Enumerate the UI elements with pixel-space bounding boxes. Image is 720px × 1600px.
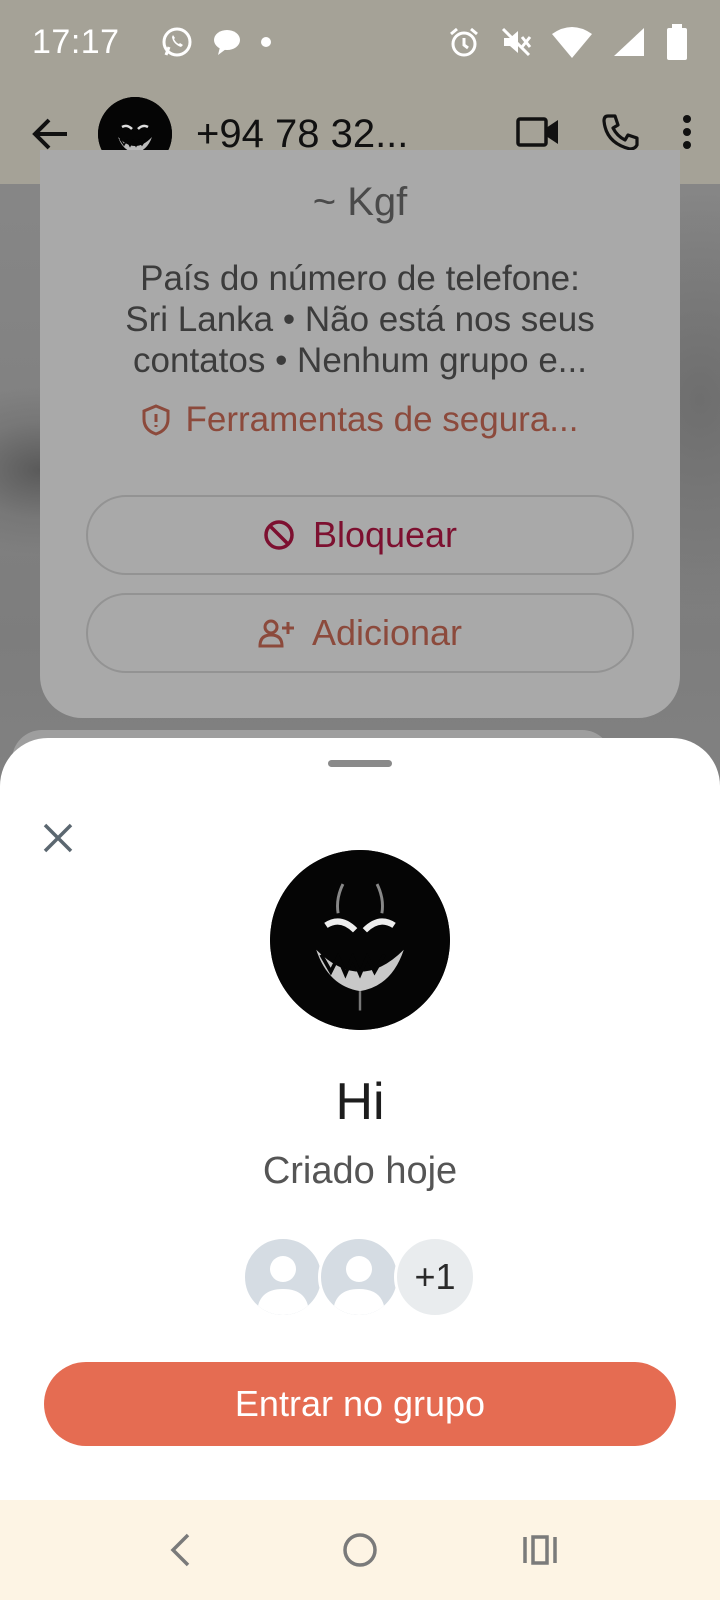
close-icon bbox=[43, 823, 73, 853]
group-name: Hi bbox=[335, 1073, 385, 1131]
safety-tools-link[interactable]: Ferramentas de segura... bbox=[40, 400, 680, 440]
dot-icon bbox=[260, 36, 272, 48]
group-avatar bbox=[270, 850, 450, 1030]
person-icon bbox=[333, 1256, 385, 1315]
info-line: contatos • Nenhum grupo e... bbox=[133, 341, 587, 380]
contact-info-card: ~ Kgf País do número de telefone: Sri La… bbox=[40, 150, 680, 718]
back-arrow-icon bbox=[32, 118, 67, 150]
more-options-button[interactable] bbox=[682, 114, 692, 155]
recents-icon bbox=[523, 1535, 557, 1565]
phone-icon bbox=[602, 113, 639, 151]
more-vert-icon bbox=[683, 114, 691, 149]
nav-home-button[interactable] bbox=[330, 1520, 390, 1580]
person-icon bbox=[257, 1256, 309, 1315]
join-group-button[interactable]: Entrar no grupo bbox=[44, 1362, 676, 1446]
vibrate-off-icon bbox=[500, 26, 532, 58]
nav-recents-button[interactable] bbox=[510, 1520, 570, 1580]
member-avatar bbox=[242, 1236, 324, 1318]
close-button[interactable] bbox=[30, 810, 86, 866]
status-bar: 17:17 bbox=[0, 0, 720, 84]
contact-info-text: País do número de telefone: Sri Lanka • … bbox=[80, 258, 640, 381]
group-members-preview: +1 bbox=[242, 1236, 482, 1318]
safety-tools-label: Ferramentas de segura... bbox=[185, 400, 579, 439]
group-created-label: Criado hoje bbox=[262, 1150, 458, 1192]
member-avatar bbox=[318, 1236, 400, 1318]
contact-push-name: ~ Kgf bbox=[312, 180, 408, 224]
add-contact-button[interactable]: Adicionar bbox=[86, 593, 634, 673]
chat-bubble-icon bbox=[212, 27, 242, 57]
sheet-drag-handle[interactable] bbox=[328, 760, 392, 767]
status-time: 17:17 bbox=[32, 22, 120, 61]
nav-back-button[interactable] bbox=[150, 1520, 210, 1580]
video-call-button[interactable] bbox=[516, 116, 560, 153]
block-icon bbox=[264, 520, 294, 550]
chevron-left-icon bbox=[170, 1533, 190, 1567]
more-members-count: +1 bbox=[394, 1236, 476, 1318]
add-person-icon bbox=[258, 619, 294, 648]
shield-icon bbox=[142, 404, 170, 436]
signal-icon bbox=[612, 26, 646, 58]
group-invite-sheet: Hi Criado hoje +1 Entrar no grupo bbox=[0, 738, 720, 1500]
block-button[interactable]: Bloquear bbox=[86, 495, 634, 575]
block-label: Bloquear bbox=[312, 514, 458, 555]
info-line: Sri Lanka • Não está nos seus bbox=[125, 300, 595, 339]
whatsapp-icon bbox=[160, 25, 194, 59]
alarm-icon bbox=[448, 26, 480, 58]
battery-icon bbox=[666, 24, 688, 60]
wifi-icon bbox=[552, 26, 592, 58]
system-nav-bar bbox=[0, 1500, 720, 1600]
add-label: Adicionar bbox=[311, 612, 463, 653]
info-line: País do número de telefone: bbox=[140, 259, 580, 298]
video-call-icon bbox=[516, 116, 558, 147]
circle-home-icon bbox=[343, 1533, 377, 1567]
demon-face-icon bbox=[270, 850, 450, 1030]
